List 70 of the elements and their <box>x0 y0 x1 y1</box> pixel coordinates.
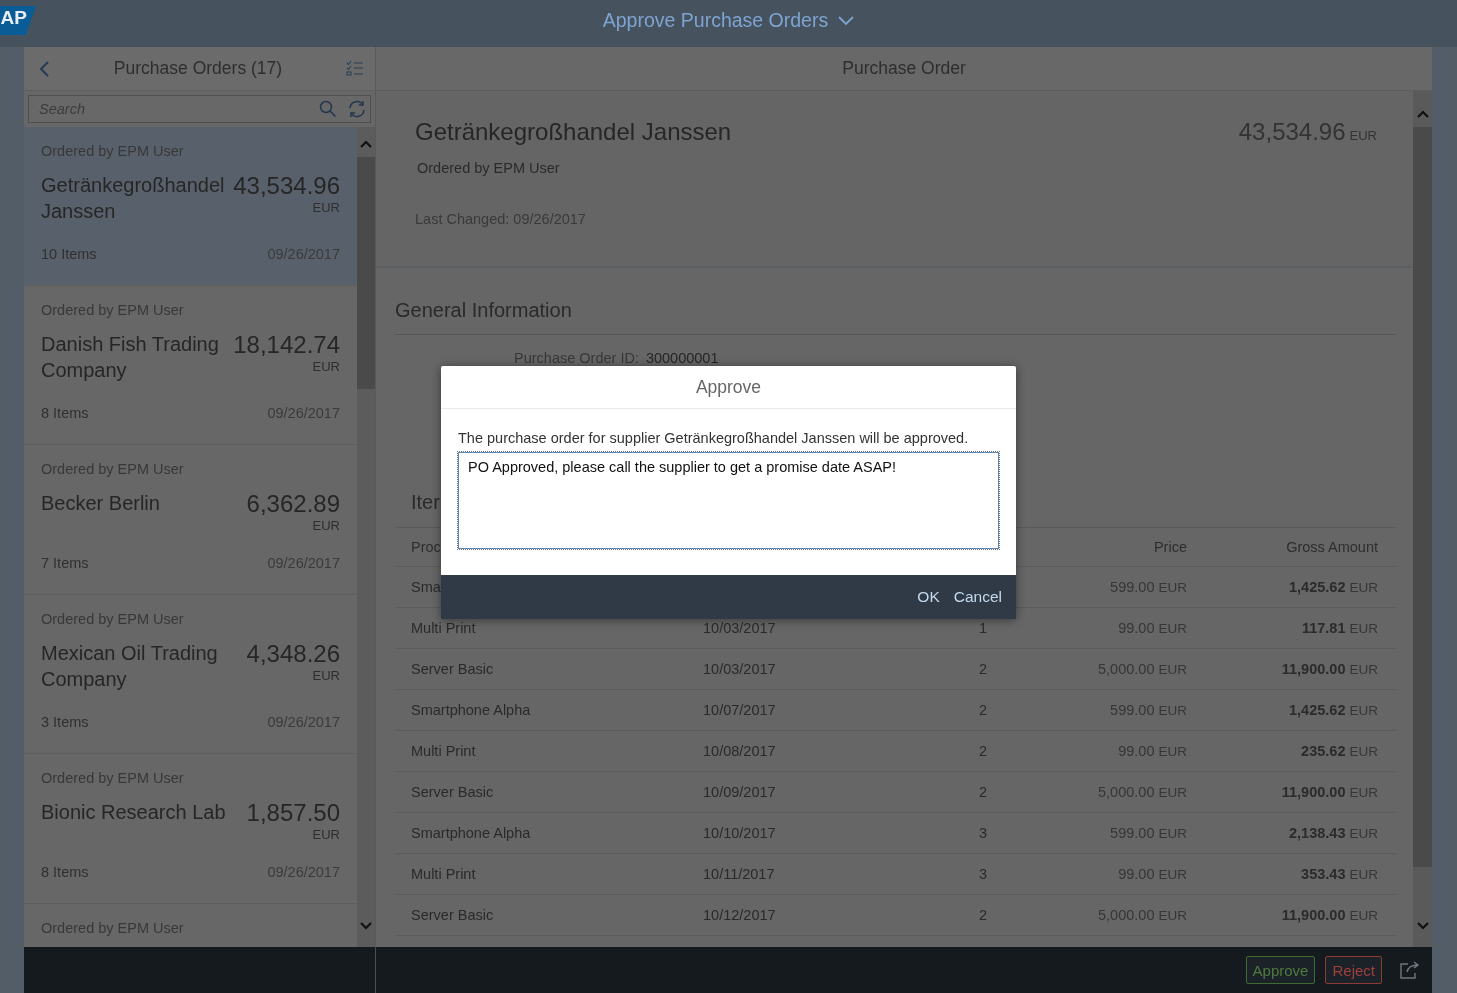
scroll-up-icon[interactable] <box>360 139 372 149</box>
supplier-name: Bionic Research Lab <box>41 800 227 825</box>
amount-value: 1,857.50 <box>246 799 340 827</box>
object-title: Getränkegroßhandel Janssen <box>415 118 732 146</box>
search-icon[interactable] <box>319 100 337 118</box>
table-cell: 2 <box>978 784 987 800</box>
table-cell-text: Server Basic <box>410 784 495 800</box>
table-cell-text: 10/12/2017 <box>702 907 777 923</box>
currency-text: EUR <box>312 827 340 842</box>
section-title: General Information <box>395 268 1396 335</box>
currency-text: EUR <box>312 668 340 683</box>
table-cell-text: 10/10/2017 <box>702 825 777 841</box>
table-cell: 2 <box>978 907 987 923</box>
table-cell-text: Multi Print <box>410 743 477 759</box>
scroll-down-icon[interactable] <box>360 921 372 931</box>
table-cell-text: Server Basic <box>410 661 495 677</box>
supplier-name: Becker Berlin <box>41 491 161 516</box>
scroll-down-icon[interactable] <box>1416 921 1429 931</box>
table-cell: 2 <box>978 702 987 718</box>
amount-value: 43,534.96 <box>233 172 340 200</box>
supplier-name: Getränkegroßhandel Janssen <box>41 173 226 224</box>
field-value: 300000001 <box>645 350 719 367</box>
table-cell-text: 10/11/2017 <box>702 866 776 882</box>
logo: AP <box>0 6 36 35</box>
table-cell-text: Multi Print <box>410 620 477 636</box>
table-cell-text: 10/08/2017 <box>702 743 777 759</box>
list-title: Purchase Orders (17) <box>113 58 283 79</box>
table-cell-text: Smartphone Alpha <box>410 702 532 718</box>
table-cell-text: Smartphone Alpha <box>410 825 532 841</box>
approve-button[interactable]: Approve <box>1245 956 1316 984</box>
table-cell-text: Multi Print <box>410 866 477 882</box>
scrollbar[interactable] <box>357 127 375 947</box>
caret-down-icon <box>838 15 855 26</box>
table-cell: 3 <box>978 825 987 841</box>
item-count: 10 Items <box>41 246 97 263</box>
cancel-button[interactable]: Cancel <box>947 584 1008 610</box>
amount-value: 18,142.74 <box>233 331 340 359</box>
table-cell: 3 <box>978 866 987 882</box>
supplier-name: Danish Fish Trading Company <box>41 332 220 383</box>
scrollbar[interactable] <box>1413 91 1432 947</box>
table-cell-text: 10/03/2017 <box>702 620 777 636</box>
table-cell-text: 10/07/2017 <box>702 702 777 718</box>
supplier-name: Mexican Oil Trading Company <box>41 641 219 692</box>
column-header: Price <box>1153 539 1187 555</box>
app-title-menu[interactable]: Approve Purchase Orders <box>602 9 855 32</box>
dialog-message: The purchase order for supplier Getränkegroßhandel Janssen will be approved. <box>457 429 970 448</box>
amount-value: 4,348.26 <box>246 640 340 668</box>
ordered-by-text: Ordered by EPM User <box>417 160 561 176</box>
currency-text: EUR <box>312 518 340 533</box>
table-cell: 2 <box>978 743 987 759</box>
ok-button[interactable]: OK <box>911 584 946 610</box>
share-icon[interactable] <box>1400 961 1420 979</box>
note-field[interactable]: PO Approved, please call the supplier to get a promise date ASAP! <box>458 452 999 549</box>
amount-value: 6,362.89 <box>246 490 340 518</box>
column-header: Proc <box>410 539 442 555</box>
table-cell-text: 10/03/2017 <box>702 661 777 677</box>
refresh-icon[interactable] <box>347 100 367 118</box>
table-cell-text: 10/09/2017 <box>702 784 777 800</box>
table-cell-text: Server Basic <box>410 907 495 923</box>
back-icon[interactable] <box>38 59 50 78</box>
table-cell-text: Sma <box>410 579 442 595</box>
reject-button[interactable]: Reject <box>1325 956 1382 984</box>
table-cell: 2 <box>978 661 987 677</box>
table-cell: 1 <box>978 620 987 636</box>
currency-text: EUR <box>312 200 340 215</box>
dialog-title: Approve <box>441 366 1016 409</box>
column-header: Gross Amount <box>1286 539 1379 555</box>
currency-text: EUR <box>312 359 340 374</box>
scroll-up-icon[interactable] <box>1416 109 1429 119</box>
checklist-icon[interactable] <box>346 59 364 78</box>
